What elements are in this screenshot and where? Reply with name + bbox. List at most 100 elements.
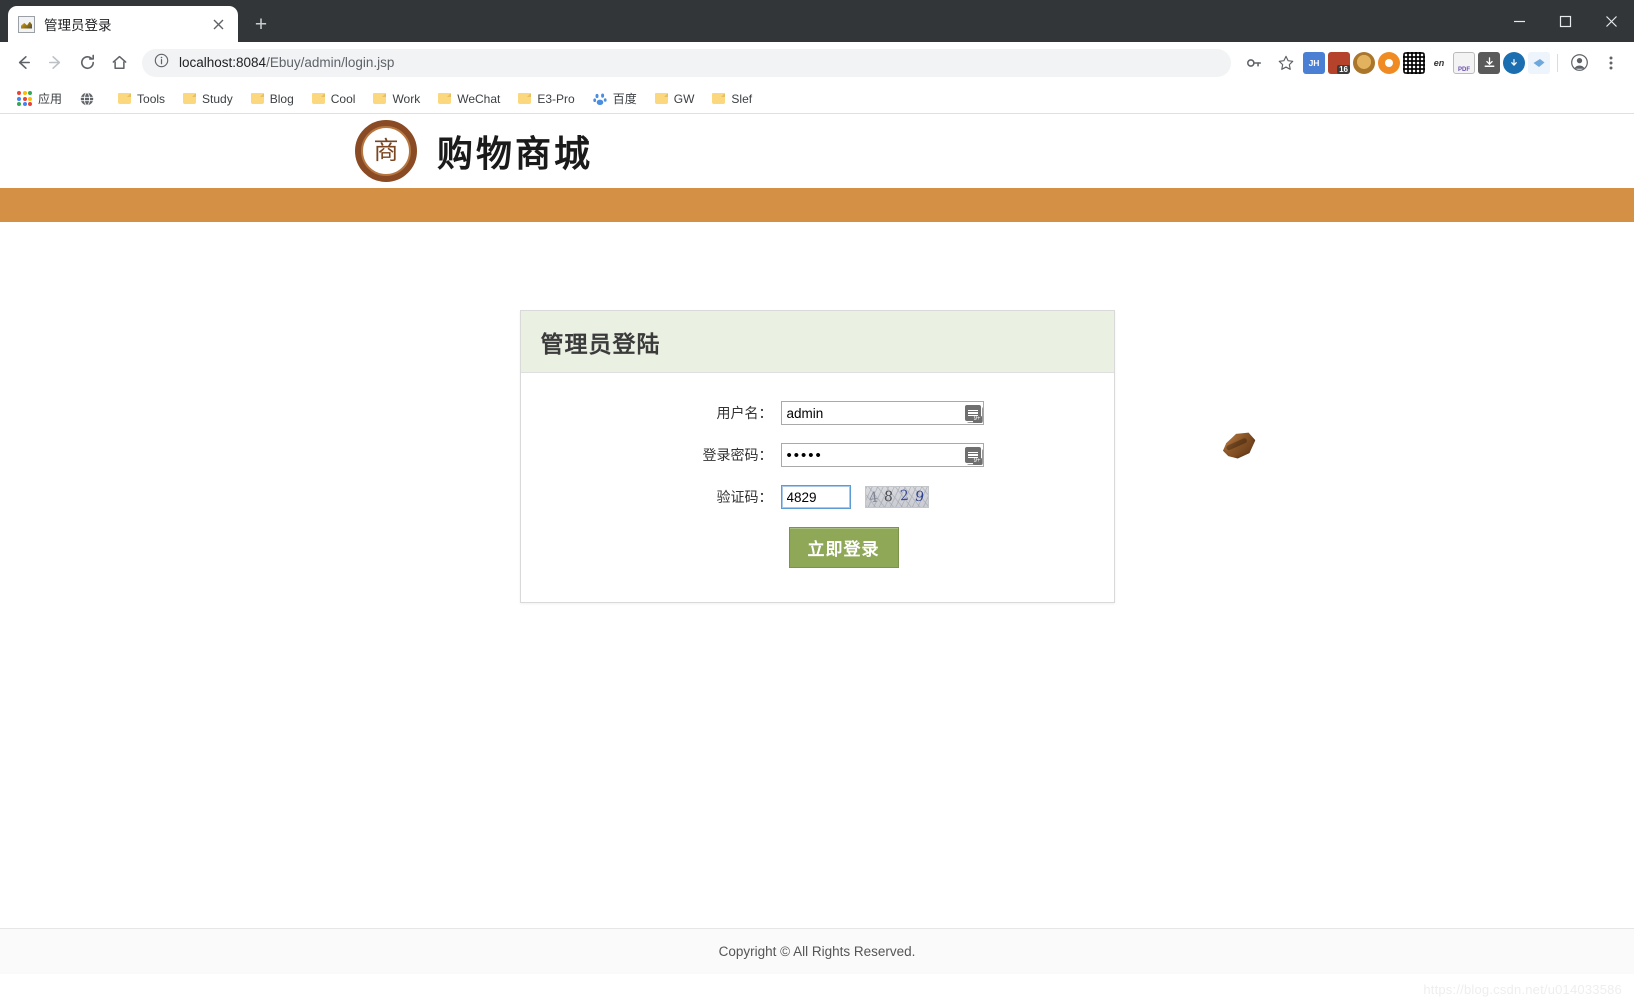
bookmark-label: WeChat [457, 91, 501, 106]
close-tab-icon[interactable] [208, 14, 228, 34]
monkey-extension-icon[interactable] [1353, 51, 1375, 74]
password-input[interactable] [780, 443, 984, 467]
shop-logo-icon: 商 [355, 120, 417, 182]
bookmark-gw[interactable]: GW [648, 89, 702, 109]
bookmark-star-icon[interactable] [1271, 48, 1301, 78]
browser-window: 管理员登录 + localhost:8084/Ebuy/admin/login.… [0, 0, 1634, 1005]
bookmark-work[interactable]: Work [366, 89, 427, 109]
url-host: localhost:8084 [179, 55, 267, 70]
password-row: 登录密码： 9+ [521, 443, 1114, 467]
window-controls [1496, 0, 1634, 42]
folder-icon [250, 93, 264, 104]
copyright-text: Copyright © All Rights Reserved. [718, 944, 916, 959]
bird-extension-icon[interactable] [1528, 51, 1550, 74]
url-path: /Ebuy/admin/login.jsp [266, 55, 395, 70]
bookmark-globe[interactable] [73, 89, 107, 109]
toolbar-divider [1557, 53, 1558, 72]
browser-toolbar: localhost:8084/Ebuy/admin/login.jsp JH 1… [0, 42, 1634, 84]
site-info-icon[interactable] [154, 53, 169, 73]
bookmark-apps[interactable]: 应用 [10, 87, 69, 110]
folder-icon [118, 93, 132, 104]
extension-icons: JH 16 en PDF [1303, 51, 1562, 74]
forward-icon[interactable] [40, 48, 70, 78]
ime-indicator-icon: 9+ [964, 447, 982, 465]
captcha-digit-2: 8 [883, 488, 894, 506]
bookmark-cool[interactable]: Cool [305, 89, 363, 109]
orange-navbar [0, 188, 1634, 222]
idm-extension-icon[interactable] [1503, 51, 1525, 74]
folder-icon [712, 93, 726, 104]
page-content: 商 购物商城 管理员登陆 用户名： 9+ [0, 114, 1634, 974]
captcha-digit-1: 4 [867, 489, 879, 507]
site-header: 商 购物商城 [0, 114, 1634, 188]
browser-tab[interactable]: 管理员登录 [8, 6, 238, 42]
bookmark-tools[interactable]: Tools [111, 89, 172, 109]
en-extension-label: en [1433, 57, 1445, 68]
folder-icon [183, 93, 197, 104]
back-icon[interactable] [8, 48, 38, 78]
maximize-button[interactable] [1542, 0, 1588, 42]
new-tab-button[interactable]: + [246, 9, 276, 39]
captcha-label: 验证码： [716, 490, 773, 506]
address-bar[interactable]: localhost:8084/Ebuy/admin/login.jsp [142, 48, 1231, 77]
watermark-text: https://blog.csdn.net/u014033586 [1423, 982, 1622, 997]
minimize-button[interactable] [1496, 0, 1542, 42]
tab-strip: 管理员登录 + [0, 0, 1634, 42]
username-row: 用户名： 9+ [521, 401, 1114, 425]
ime-indicator-icon: 9+ [964, 405, 982, 423]
login-panel-title: 管理员登陆 [540, 331, 661, 358]
profile-avatar-icon[interactable] [1564, 48, 1594, 78]
bookmark-label: Cool [330, 91, 356, 106]
en-translate-extension-icon[interactable]: en [1428, 51, 1450, 74]
download-extension-icon[interactable] [1478, 51, 1500, 74]
login-panel-header: 管理员登陆 [520, 311, 1114, 373]
site-title: 购物商城 [437, 133, 594, 175]
captcha-digit-3: 2 [899, 487, 910, 505]
captcha-digit-4: 9 [914, 488, 926, 506]
bookmark-baidu[interactable]: 百度 [586, 87, 644, 110]
login-panel: 管理员登陆 用户名： 9+ 登录密码： 9+ [519, 310, 1115, 603]
bookmark-label: Slef [731, 91, 753, 106]
badge-extension-icon[interactable]: 16 [1328, 51, 1350, 74]
bookmark-study[interactable]: Study [176, 89, 240, 109]
bookmark-label: 应用 [38, 92, 63, 106]
bookmark-e3pro[interactable]: E3-Pro [511, 89, 581, 109]
pdf-extension-label: PDF [1458, 66, 1470, 73]
captcha-image[interactable]: 4 8 2 9 [864, 486, 929, 508]
username-input[interactable] [780, 401, 984, 425]
baidu-paw-icon [593, 92, 607, 106]
captcha-input[interactable] [780, 485, 851, 509]
bookmark-label: GW [673, 91, 695, 106]
page-footer: Copyright © All Rights Reserved. [0, 928, 1634, 974]
qrcode-extension-icon[interactable] [1403, 51, 1425, 74]
captcha-field[interactable]: 9+ 4 8 2 9 [780, 485, 929, 509]
bookmark-slef[interactable]: Slef [705, 89, 759, 109]
login-form: 用户名： 9+ 登录密码： 9+ 验证码 [521, 373, 1114, 602]
tab-title: 管理员登录 [44, 18, 112, 33]
login-submit-button[interactable]: 立即登录 [788, 527, 899, 568]
folder-icon [373, 93, 387, 104]
reload-icon[interactable] [72, 48, 102, 78]
bookmark-label: Blog [269, 91, 294, 106]
folder-icon [311, 93, 325, 104]
bookmark-blog[interactable]: Blog [244, 89, 301, 109]
username-field[interactable]: 9+ [780, 401, 984, 425]
home-icon[interactable] [104, 48, 134, 78]
globe-icon [80, 91, 94, 106]
password-field[interactable]: 9+ [780, 443, 984, 467]
password-key-icon[interactable] [1239, 48, 1269, 78]
bookmark-label: 百度 [612, 92, 637, 106]
close-window-button[interactable] [1588, 0, 1634, 42]
folder-icon [518, 93, 532, 104]
login-area: 管理员登陆 用户名： 9+ 登录密码： 9+ [0, 222, 1634, 603]
folder-icon [438, 93, 452, 104]
bookmark-label: Work [392, 91, 421, 106]
pdf-extension-icon[interactable]: PDF [1453, 51, 1475, 74]
browser-menu-icon[interactable] [1596, 48, 1626, 78]
badge-extension-count: 16 [1337, 64, 1350, 74]
jh-extension-label: JH [1308, 57, 1320, 68]
bookmark-label: E3-Pro [537, 91, 575, 106]
orange-extension-icon[interactable] [1378, 51, 1400, 74]
bookmark-wechat[interactable]: WeChat [431, 89, 507, 109]
jh-extension-icon[interactable]: JH [1303, 51, 1325, 74]
